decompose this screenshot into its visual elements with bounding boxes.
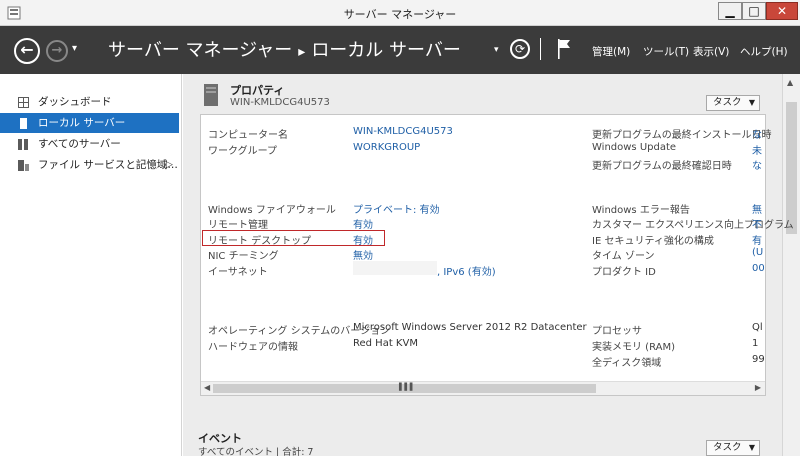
windows-update-label: Windows Update: [592, 142, 677, 153]
file-services-icon: [18, 160, 29, 171]
last-install-label: 更新プログラムの最終インストール日時: [592, 130, 772, 141]
server-icon: [204, 84, 218, 106]
error-reporting-link[interactable]: 無: [752, 201, 762, 216]
header-toolbar: ← → ▾ サーバー マネージャー ▸ ローカル サーバー ▾ ⟳ 管理(M) ツー…: [0, 26, 800, 74]
sidebar-item-label: ダッシュボード: [38, 96, 112, 108]
last-install-link[interactable]: な: [752, 126, 762, 141]
error-reporting-label: Windows エラー報告: [592, 205, 690, 216]
nic-teaming-link[interactable]: 無効: [353, 247, 373, 262]
chevron-down-icon: ▼: [748, 98, 755, 107]
sidebar-item-label: すべてのサーバー: [38, 138, 121, 150]
remote-management-label: リモート管理: [208, 220, 268, 231]
ie-esc-label: IE セキュリティ強化の構成: [592, 236, 714, 247]
window-title: サーバー マネージャー: [343, 8, 457, 21]
hardware-value: Red Hat KVM: [353, 338, 418, 349]
ceip-label: カスタマー エクスペリエンス向上プログラム: [592, 220, 794, 231]
maximize-button[interactable]: □: [742, 2, 766, 20]
events-summary: すべてのイベント | 合計: 7: [198, 447, 314, 456]
title-bar: サーバー マネージャー ▁ □ ✕: [0, 0, 800, 26]
remote-management-link[interactable]: 有効: [353, 216, 373, 231]
computer-name-link[interactable]: WIN-KMLDCG4U573: [353, 126, 453, 137]
all-servers-icon: [18, 139, 28, 150]
menu-view[interactable]: 表示(V): [693, 44, 729, 59]
last-check-label: 更新プログラムの最終確認日時: [592, 161, 732, 172]
ceip-link[interactable]: 不: [752, 216, 762, 231]
menu-help[interactable]: ヘルプ(H): [740, 44, 788, 59]
os-version-value: Microsoft Windows Server 2012 R2 Datacen…: [353, 322, 587, 333]
vertical-scroll-thumb[interactable]: [786, 102, 797, 234]
breadcrumb-current: ローカル サーバー: [311, 40, 461, 61]
hardware-label: ハードウェアの情報: [208, 342, 298, 353]
ram-label: 実装メモリ (RAM): [592, 342, 675, 353]
expand-arrow-icon[interactable]: ▷: [166, 155, 173, 175]
breadcrumb: サーバー マネージャー ▸ ローカル サーバー: [108, 36, 461, 62]
tasks-label: タスク: [713, 97, 742, 108]
ethernet-link[interactable]: , IPv6 (有効): [437, 263, 496, 278]
computer-name-label: コンピューター名: [208, 130, 288, 141]
properties-tasks-button[interactable]: タスク ▼: [706, 95, 760, 111]
menu-tools[interactable]: ツール(T): [643, 44, 689, 59]
tasks-label: タスク: [713, 442, 742, 453]
time-zone-link[interactable]: (U: [752, 247, 763, 258]
close-button[interactable]: ✕: [766, 2, 798, 20]
scroll-up-icon[interactable]: ▲: [787, 78, 793, 87]
toolbar-divider: [540, 38, 541, 60]
ie-esc-link[interactable]: 有: [752, 232, 762, 247]
dashboard-icon: [18, 97, 29, 108]
history-dropdown-icon[interactable]: ▾: [72, 43, 77, 54]
scroll-left-icon[interactable]: ◀: [204, 383, 210, 392]
vertical-scrollbar[interactable]: ▲: [782, 74, 800, 456]
sidebar-item-file-services[interactable]: ファイル サービスと記憶域… ▷: [0, 155, 179, 175]
product-id-link[interactable]: 00: [752, 263, 765, 274]
remote-desktop-highlight: [202, 230, 385, 246]
chevron-down-icon: ▼: [748, 443, 755, 452]
refresh-dropdown-icon[interactable]: ▾: [494, 45, 499, 55]
sidebar-item-local-server[interactable]: ローカル サーバー: [0, 113, 179, 133]
minimize-button[interactable]: ▁: [718, 2, 742, 20]
workgroup-link[interactable]: WORKGROUP: [353, 142, 420, 153]
properties-title: プロパティ: [230, 84, 285, 97]
disk-space-label: 全ディスク領域: [592, 358, 662, 369]
ethernet-label: イーサネット: [208, 267, 268, 278]
redacted-area: [353, 261, 437, 275]
menu-manage[interactable]: 管理(M): [592, 44, 630, 59]
workgroup-label: ワークグループ: [208, 146, 277, 157]
horizontal-scrollbar[interactable]: ◀ ▌▌▌ ▶: [201, 381, 765, 395]
scroll-grip-icon: ▌▌▌: [399, 383, 416, 391]
properties-server-name: WIN-KMLDCG4U573: [230, 97, 330, 108]
windows-update-link[interactable]: 未: [752, 142, 762, 157]
time-zone-label: タイム ゾーン: [592, 251, 655, 262]
nic-teaming-label: NIC チーミング: [208, 251, 279, 262]
processor-label: プロセッサ: [592, 326, 642, 337]
ram-value: 1: [752, 338, 759, 349]
notifications-flag-icon[interactable]: [556, 38, 572, 60]
breadcrumb-root[interactable]: サーバー マネージャー: [108, 40, 292, 61]
processor-value: Ql: [752, 322, 763, 333]
local-server-icon: [20, 118, 27, 129]
sidebar-item-dashboard[interactable]: ダッシュボード: [0, 92, 179, 112]
sidebar: ダッシュボード ローカル サーバー すべてのサーバー ファイル サービスと記憶域…: [0, 74, 182, 456]
product-id-label: プロダクト ID: [592, 267, 656, 278]
breadcrumb-separator-icon: ▸: [298, 44, 306, 60]
disk-space-value: 99: [752, 354, 765, 365]
back-arrow-icon[interactable]: ←: [14, 38, 40, 64]
firewall-link[interactable]: プライベート: 有効: [353, 201, 440, 216]
firewall-label: Windows ファイアウォール: [208, 205, 336, 216]
sidebar-item-label: ローカル サーバー: [38, 117, 126, 129]
last-check-link[interactable]: な: [752, 157, 762, 172]
sidebar-item-all-servers[interactable]: すべてのサーバー: [0, 134, 179, 154]
sidebar-item-label: ファイル サービスと記憶域…: [38, 159, 178, 171]
scroll-right-icon[interactable]: ▶: [755, 383, 761, 392]
events-tasks-button[interactable]: タスク ▼: [706, 440, 760, 456]
forward-arrow-icon[interactable]: →: [46, 40, 68, 62]
refresh-icon[interactable]: ⟳: [510, 39, 530, 59]
